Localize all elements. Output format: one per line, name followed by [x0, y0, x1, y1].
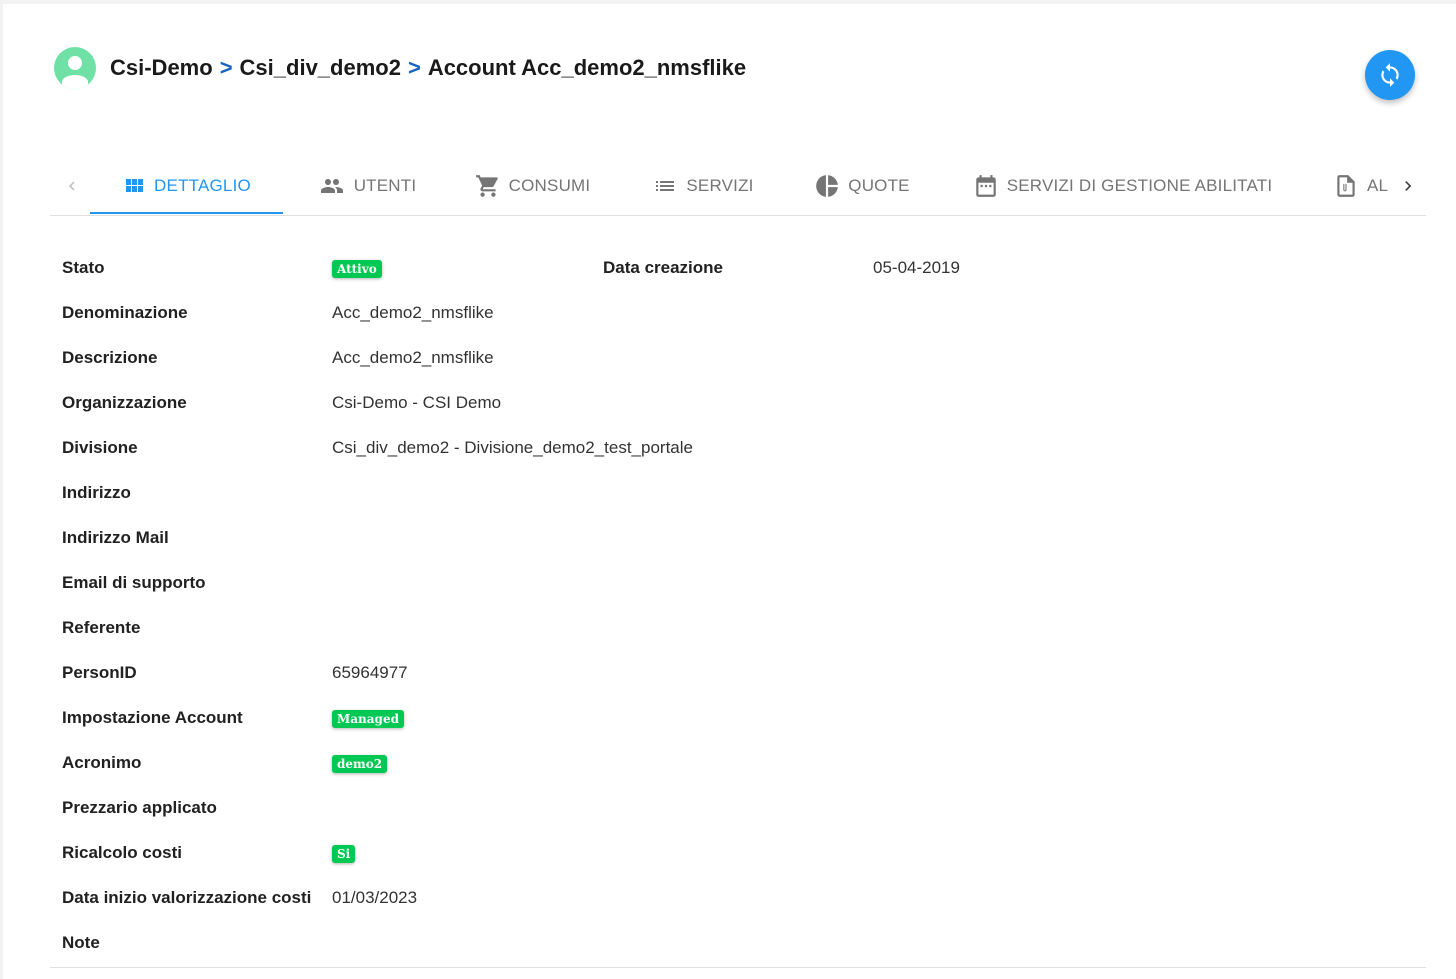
- detail-value: 05-04-2019: [873, 258, 960, 277]
- detail-row: Descrizione Acc_demo2_nmsflike: [62, 335, 1062, 380]
- detail-row: Note: [62, 920, 1062, 965]
- cart-icon: [475, 173, 501, 199]
- people-icon: [318, 174, 346, 198]
- detail-value: Csi_div_demo2 - Divisione_demo2_test_por…: [332, 438, 693, 457]
- chevron-left-icon: [69, 181, 75, 191]
- detail-row: Organizzazione Csi-Demo - CSI Demo: [62, 380, 1062, 425]
- calendar-icon: [973, 173, 999, 199]
- status-badge: Si: [332, 845, 356, 863]
- tab-label: SERVIZI DI GESTIONE ABILITATI: [1006, 176, 1273, 195]
- detail-value: 65964977: [332, 663, 408, 682]
- detail-label: Data inizio valorizzazione costi: [62, 888, 312, 907]
- breadcrumb-account: Account Acc_demo2_nmsflike: [427, 55, 747, 80]
- detail-label: Ricalcolo costi: [62, 843, 182, 862]
- grid-icon: [122, 174, 146, 198]
- tab-utenti[interactable]: UTENTI: [312, 158, 422, 214]
- detail-row: Impostazione Account Managed: [62, 695, 1062, 740]
- detail-label: Referente: [62, 618, 141, 637]
- detail-label: Indirizzo: [62, 483, 131, 502]
- page-header: Csi-Demo > Csi_div_demo2 > Account Acc_d…: [54, 46, 746, 90]
- tab-consumi[interactable]: CONSUMI: [470, 158, 595, 214]
- status-badge: Attivo: [332, 260, 382, 278]
- pie-chart-icon: [814, 173, 840, 199]
- detail-label: Impostazione Account: [62, 708, 243, 727]
- avatar: [54, 47, 96, 89]
- detail-label: Descrizione: [62, 348, 158, 367]
- tab-allegati[interactable]: AL: [1333, 158, 1391, 214]
- tab-servizi-di-gestione-abilitati[interactable]: SERVIZI DI GESTIONE ABILITATI: [970, 158, 1275, 214]
- tab-scroll-right-button[interactable]: [1390, 158, 1426, 214]
- list-icon: [652, 174, 678, 198]
- detail-label: PersonID: [62, 663, 137, 682]
- tab-label: CONSUMI: [508, 176, 591, 195]
- breadcrumb-division[interactable]: Csi_div_demo2: [240, 55, 401, 81]
- divider: [50, 967, 1426, 968]
- tab-label: AL: [1367, 176, 1389, 195]
- detail-label: Email di supporto: [62, 573, 206, 592]
- tab-quote[interactable]: QUOTE: [812, 158, 912, 214]
- detail-label: Prezzario applicato: [62, 798, 217, 817]
- detail-value: Acc_demo2_nmsflike: [332, 348, 494, 367]
- detail-row: PersonID 65964977: [62, 650, 1062, 695]
- refresh-button[interactable]: [1365, 50, 1415, 100]
- breadcrumb-separator: >: [219, 55, 233, 80]
- detail-value: Acc_demo2_nmsflike: [332, 303, 494, 322]
- tab-label: UTENTI: [353, 176, 417, 195]
- breadcrumb-separator: >: [407, 55, 421, 80]
- detail-value: Csi-Demo - CSI Demo: [332, 393, 502, 412]
- detail-label: Divisione: [62, 438, 138, 457]
- detail-row: Ricalcolo costi Si: [62, 830, 1062, 875]
- status-badge: demo2: [332, 755, 388, 773]
- status-badge: Managed: [332, 710, 404, 728]
- detail-value: 01/03/2023: [332, 888, 418, 907]
- detail-label: Indirizzo Mail: [62, 528, 169, 547]
- detail-row: Indirizzo Mail: [62, 515, 1062, 560]
- chevron-right-icon: [1405, 181, 1412, 191]
- detail-row: Prezzario applicato: [62, 785, 1062, 830]
- breadcrumb-organization[interactable]: Csi-Demo: [110, 55, 213, 81]
- detail-label: Data creazione: [603, 258, 723, 277]
- detail-label: Acronimo: [62, 753, 142, 772]
- tab-servizi[interactable]: SERVIZI: [650, 158, 756, 214]
- detail-row: Indirizzo: [62, 470, 1062, 515]
- user-icon: [62, 56, 88, 89]
- active-tab-indicator: [90, 212, 283, 214]
- detail-row-stato: Stato Attivo Data creazione 05-04-2019: [62, 245, 1062, 290]
- detail-row: Referente: [62, 605, 1062, 650]
- breadcrumb: Csi-Demo > Csi_div_demo2 > Account Acc_d…: [110, 55, 746, 81]
- detail-label: Stato: [62, 258, 105, 277]
- detail-row: Data inizio valorizzazione costi 01/03/2…: [62, 875, 1062, 920]
- tab-dettaglio[interactable]: DETTAGLIO: [90, 158, 283, 214]
- detail-row: Email di supporto: [62, 560, 1062, 605]
- detail-label: Organizzazione: [62, 393, 187, 412]
- tab-scroll-left-button[interactable]: [54, 158, 90, 214]
- tab-label: DETTAGLIO: [154, 176, 251, 195]
- detail-label: Note: [62, 933, 100, 952]
- tab-label: QUOTE: [848, 176, 910, 195]
- detail-label: Denominazione: [62, 303, 188, 322]
- detail-row: Denominazione Acc_demo2_nmsflike: [62, 290, 1062, 335]
- attachment-icon: [1333, 173, 1359, 199]
- detail-row: Acronimo demo2: [62, 740, 1062, 785]
- tab-label: SERVIZI: [686, 176, 754, 195]
- refresh-icon: [1381, 63, 1399, 87]
- tab-bar: DETTAGLIO UTENTI CONSUMI SERVIZI QUOTE S…: [50, 158, 1426, 216]
- detail-row: Divisione Csi_div_demo2 - Divisione_demo…: [62, 425, 1062, 470]
